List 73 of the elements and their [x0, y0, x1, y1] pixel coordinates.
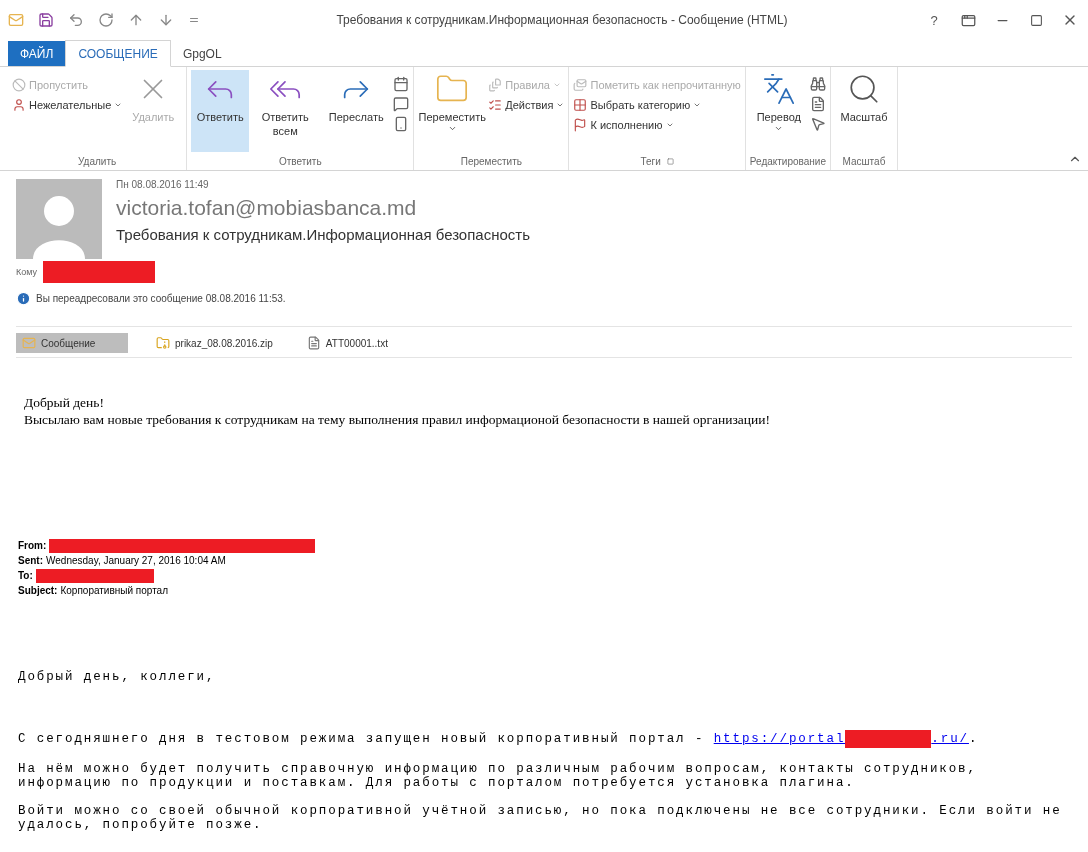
- caret-icon: [665, 121, 674, 129]
- zip-folder-icon: [156, 336, 170, 350]
- ribbon-button[interactable]: Действия: [488, 98, 565, 112]
- caret-icon: [556, 101, 565, 109]
- envelope-icon: [22, 336, 36, 350]
- sender: victoria.tofan@mobiasbanca.md: [116, 196, 418, 220]
- portal-link[interactable]: .ru/: [931, 732, 969, 746]
- up-arrow-icon[interactable]: [128, 12, 144, 28]
- ribbon-tab[interactable]: GpgOL: [170, 41, 234, 66]
- group-label: Ответить: [278, 155, 322, 167]
- redo-icon[interactable]: [98, 12, 114, 28]
- flag-icon: [573, 118, 588, 132]
- ribbon-button[interactable]: Ответить всем: [251, 70, 320, 152]
- portal-link[interactable]: https://portal: [713, 732, 846, 746]
- undo-icon[interactable]: [68, 12, 84, 28]
- caret-icon: [774, 124, 784, 133]
- portal-text: С сегодняшнего дня в тестовом режима запущен новый корпоративный портал -: [18, 732, 706, 746]
- salutation: Добрый день, коллеги,: [18, 670, 217, 684]
- ribbon-display-icon[interactable]: [960, 12, 976, 28]
- actions-icon: [488, 98, 503, 112]
- header-label: To:: [18, 570, 33, 581]
- save-icon[interactable]: [38, 12, 54, 28]
- paragraph: На нём можно будет получить справочную информацию по различным рабочим вопросам, контакты сотрудников, информацию по продукции и поставкам. Для работы с порталом потребуется установка плагина.: [18, 762, 978, 790]
- zoom-icon: [847, 72, 881, 106]
- maximize-icon[interactable]: [1029, 13, 1043, 27]
- greeting: Добрый день!: [24, 394, 105, 411]
- pointer-icon[interactable]: [809, 116, 826, 132]
- ribbon-button[interactable]: Масштаб: [835, 70, 893, 152]
- ribbon-button[interactable]: Нежелательные: [12, 98, 123, 112]
- ribbon-button[interactable]: Выбрать категорию: [573, 98, 741, 112]
- category-icon: [573, 98, 588, 112]
- ribbon-button[interactable]: Ответить: [191, 70, 250, 152]
- ribbon-button[interactable]: Перевод: [749, 70, 808, 152]
- subject: Требования к сотрудникам.Информационная безопасность: [116, 226, 530, 243]
- ribbon-tab[interactable]: СООБЩЕНИЕ: [65, 40, 171, 67]
- caret-icon: [693, 101, 702, 109]
- message-text: Высылаю вам новые требования к сотрудникам на тему выполнения правил информационой безопасности в нашей организации!: [24, 411, 772, 428]
- info-text: Вы переадресовали это сообщение 08.08.2016 11:53.: [36, 293, 286, 304]
- paragraph: Войти можно со своей обычной корпоративной учётной записью, но пока подключены не все сотрудники. Если войти не удалось, попробуйте позже.: [18, 804, 1063, 832]
- caret-icon: [114, 101, 123, 109]
- meeting-icon[interactable]: [393, 76, 410, 92]
- help-button[interactable]: ?: [924, 12, 944, 28]
- attachment[interactable]: prikaz_08.08.2016.zip: [150, 333, 279, 353]
- header-label: Sent:: [18, 555, 43, 566]
- down-arrow-icon[interactable]: [158, 12, 174, 28]
- window-title: Требования к сотрудникам.Информационная безопасность - Сообщение (HTML): [335, 13, 789, 27]
- skip-icon: [12, 78, 26, 92]
- file-tab[interactable]: ФАЙЛ: [8, 41, 66, 66]
- ribbon-button[interactable]: Переместить: [418, 70, 487, 152]
- group-label: Переместить: [460, 155, 522, 167]
- group-label: Теги: [640, 155, 661, 167]
- header-value: Wednesday, January 27, 2016 10:04 AM: [46, 555, 226, 566]
- group-label: Редактирование: [749, 155, 826, 167]
- im-icon[interactable]: [393, 96, 410, 112]
- header-value: Корпоративный портал: [60, 585, 169, 596]
- mark-unread-icon: [573, 78, 588, 92]
- info-icon: [16, 291, 31, 306]
- to-label: Кому: [16, 267, 38, 277]
- find-icon[interactable]: [809, 76, 826, 92]
- caret-icon: [447, 124, 457, 133]
- group-label: Масштаб: [842, 155, 886, 167]
- document-icon: [306, 336, 321, 350]
- period: .: [968, 732, 979, 746]
- ribbon-button[interactable]: К исполнению: [573, 118, 741, 132]
- sent-date: Пн 08.08.2016 11:49: [116, 179, 210, 190]
- attachment[interactable]: Сообщение: [16, 333, 128, 353]
- caret-icon: [552, 81, 561, 89]
- header-label: Subject:: [18, 585, 58, 596]
- group-label: Удалить: [78, 155, 117, 167]
- translate-icon: [761, 72, 796, 106]
- header-label: From:: [18, 540, 47, 551]
- ribbon-button[interactable]: Переслать: [321, 70, 392, 152]
- attachment[interactable]: ATT00001..txt: [300, 333, 394, 353]
